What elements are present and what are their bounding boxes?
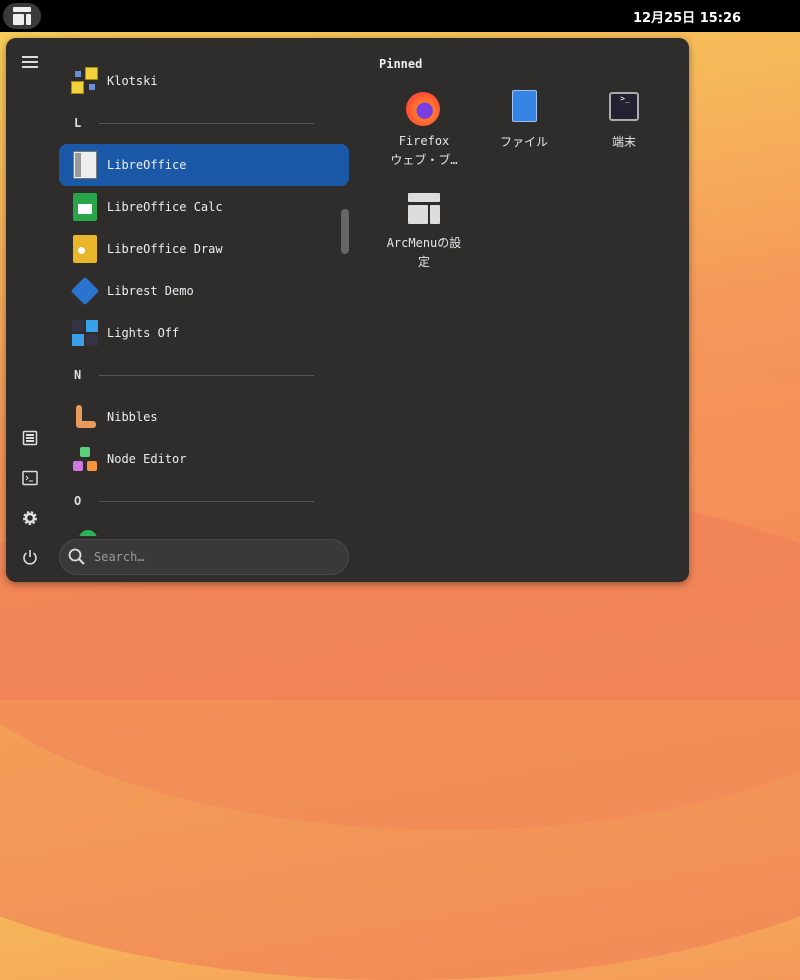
app-item-libreoffice-draw[interactable]: LibreOffice Draw [59, 228, 349, 270]
search-icon [68, 548, 85, 565]
pinned-title: Pinned [379, 57, 423, 71]
libreoffice-icon [71, 151, 99, 179]
app-item-lights-off[interactable]: Lights Off [59, 312, 349, 354]
arc-menu: Klotski L LibreOffice LibreOffice Calc L… [6, 38, 689, 582]
app-label: Nibbles [107, 410, 158, 424]
app-item-libreoffice-calc[interactable]: LibreOffice Calc [59, 186, 349, 228]
app-label: LibreOffice Calc [107, 200, 223, 214]
node-editor-icon [71, 445, 99, 473]
app-icon-partial [79, 530, 97, 536]
app-label: Lights Off [107, 326, 180, 340]
app-label: Klotski [107, 74, 158, 88]
firefox-icon [404, 88, 444, 128]
app-item-nibbles[interactable]: Nibbles [59, 396, 349, 438]
app-label: Librest Demo [107, 284, 194, 298]
lights-off-icon [71, 319, 99, 347]
app-item-node-editor[interactable]: Node Editor [59, 438, 349, 480]
settings-gear-icon[interactable] [20, 508, 40, 528]
clock[interactable]: 12月25日 15:26 [633, 7, 741, 26]
scrollbar[interactable] [341, 209, 349, 254]
search-field[interactable] [59, 539, 349, 575]
pinned-terminal[interactable]: >_ 端末 [574, 88, 674, 152]
pinned-files[interactable]: ファイル [474, 88, 574, 152]
arcmenu-icon [13, 7, 31, 25]
app-item-librest-demo[interactable]: Librest Demo [59, 270, 349, 312]
section-header-l: L [74, 116, 314, 130]
pinned-arcmenu-settings[interactable]: ArcMenuの設 定 [374, 190, 474, 272]
documents-icon[interactable] [20, 428, 40, 448]
app-label: LibreOffice [107, 158, 187, 172]
app-item-klotski[interactable]: Klotski [59, 60, 349, 102]
power-icon[interactable] [20, 547, 40, 567]
draw-icon [71, 235, 99, 263]
top-bar: 12月25日 15:26 [0, 0, 800, 32]
app-list: Klotski L LibreOffice LibreOffice Calc L… [59, 60, 349, 536]
pinned-firefox[interactable]: Firefox ウェブ・ブ… [374, 88, 474, 170]
section-header-n: N [74, 368, 314, 382]
nibbles-icon [71, 403, 99, 431]
activities-button[interactable] [3, 3, 41, 29]
section-header-o: O [74, 494, 314, 508]
hamburger-menu-icon[interactable] [20, 52, 40, 72]
klotski-icon [71, 67, 99, 95]
app-label: Node Editor [107, 452, 187, 466]
app-item-libreoffice[interactable]: LibreOffice [59, 144, 349, 186]
files-icon [504, 88, 544, 128]
librest-icon [70, 276, 100, 306]
app-label: LibreOffice Draw [107, 242, 223, 256]
search-input[interactable] [94, 550, 324, 564]
arcmenu-settings-icon [404, 190, 444, 230]
calc-icon [71, 193, 99, 221]
terminal-icon[interactable] [20, 468, 40, 488]
terminal-app-icon: >_ [604, 88, 644, 128]
